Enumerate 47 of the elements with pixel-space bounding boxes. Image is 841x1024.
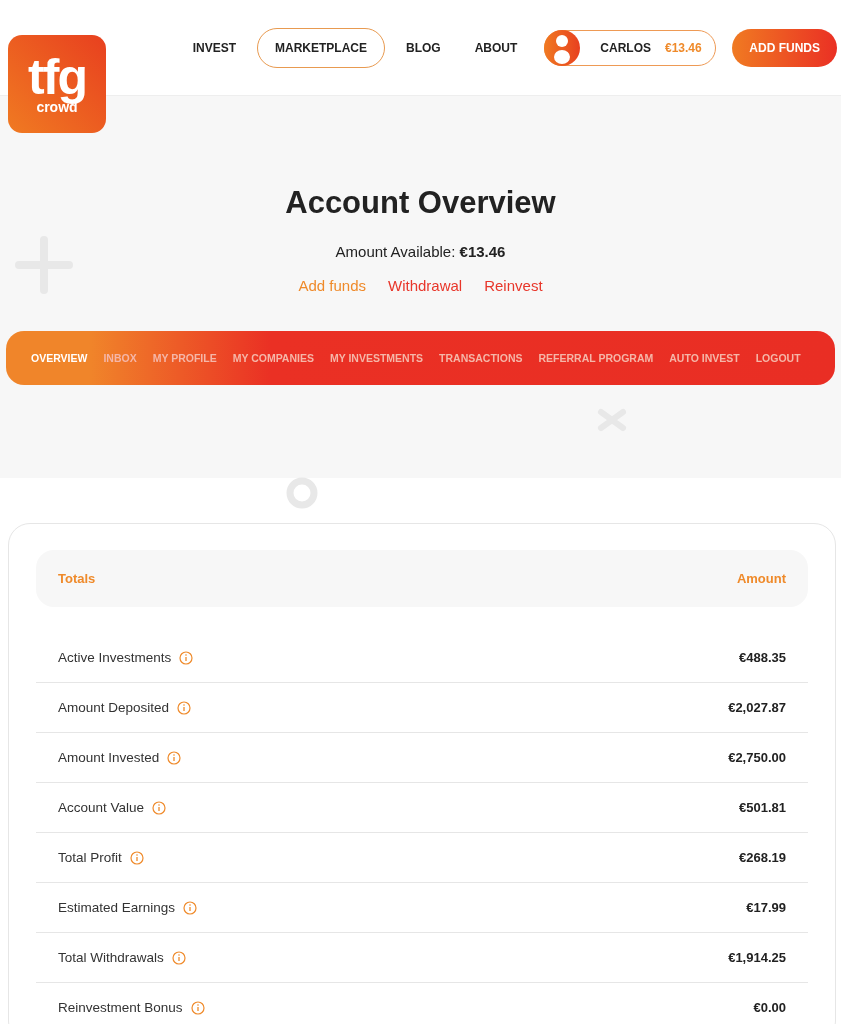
nav-link[interactable]: ABOUT bbox=[461, 27, 531, 68]
row-label: Active Investments bbox=[58, 650, 172, 665]
nav-link[interactable]: BLOG bbox=[393, 27, 454, 68]
nav-link[interactable]: INVEST bbox=[179, 27, 249, 68]
row-label: Amount Deposited bbox=[58, 700, 170, 715]
info-icon[interactable] bbox=[152, 800, 167, 815]
info-icon[interactable] bbox=[183, 900, 198, 915]
row-value: €17.99 bbox=[746, 900, 786, 915]
column-header: Amount bbox=[736, 571, 786, 586]
page-title: Account Overview bbox=[285, 185, 556, 221]
tab[interactable]: AUTO INVEST bbox=[669, 352, 740, 364]
tab[interactable]: REFERRAL PROGRAM bbox=[538, 352, 654, 364]
row-value: €0.00 bbox=[753, 1000, 786, 1015]
info-icon[interactable] bbox=[129, 850, 144, 865]
info-icon[interactable] bbox=[190, 1000, 205, 1015]
action-link[interactable]: Add funds bbox=[298, 277, 366, 294]
row-label: Amount Invested bbox=[58, 750, 160, 765]
add-funds-button[interactable]: ADD FUNDS bbox=[732, 28, 837, 67]
amount-available: Amount Available: €13.46 bbox=[335, 243, 506, 260]
tab[interactable]: MY INVESTMENTS bbox=[329, 352, 424, 364]
row-value: €1,914.25 bbox=[728, 950, 786, 965]
row-label: Account Value bbox=[58, 800, 145, 815]
row-value: €501.81 bbox=[739, 800, 786, 815]
tab[interactable]: TRANSACTIONS bbox=[439, 352, 523, 364]
row-label: Total Profit bbox=[58, 850, 122, 865]
tab[interactable]: OVERVIEW bbox=[31, 352, 88, 364]
row-label: Total Withdrawals bbox=[58, 950, 164, 965]
row-value: €2,027.87 bbox=[728, 700, 786, 715]
account-balance: €13.46 bbox=[665, 40, 702, 55]
row-value: €2,750.00 bbox=[728, 750, 786, 765]
info-icon[interactable] bbox=[171, 950, 186, 965]
avatar-icon bbox=[544, 29, 581, 66]
user-name: CARLOS bbox=[600, 40, 651, 55]
tab[interactable]: MY COMPANIES bbox=[232, 352, 314, 364]
row-label: Reinvestment Bonus bbox=[58, 1000, 183, 1015]
tab[interactable]: LOGOUT bbox=[755, 352, 801, 364]
row-value: €268.19 bbox=[739, 850, 786, 865]
action-link[interactable]: Reinvest bbox=[484, 277, 543, 294]
info-icon[interactable] bbox=[167, 750, 182, 765]
column-header: Totals bbox=[58, 571, 96, 586]
info-icon[interactable] bbox=[179, 650, 194, 665]
tab[interactable]: MY PROFILE bbox=[152, 352, 217, 364]
tab[interactable]: INBOX bbox=[103, 352, 137, 364]
row-label: Estimated Earnings bbox=[58, 900, 176, 915]
info-icon[interactable] bbox=[177, 700, 192, 715]
action-link[interactable]: Withdrawal bbox=[388, 277, 463, 294]
row-value: €488.35 bbox=[739, 650, 786, 665]
